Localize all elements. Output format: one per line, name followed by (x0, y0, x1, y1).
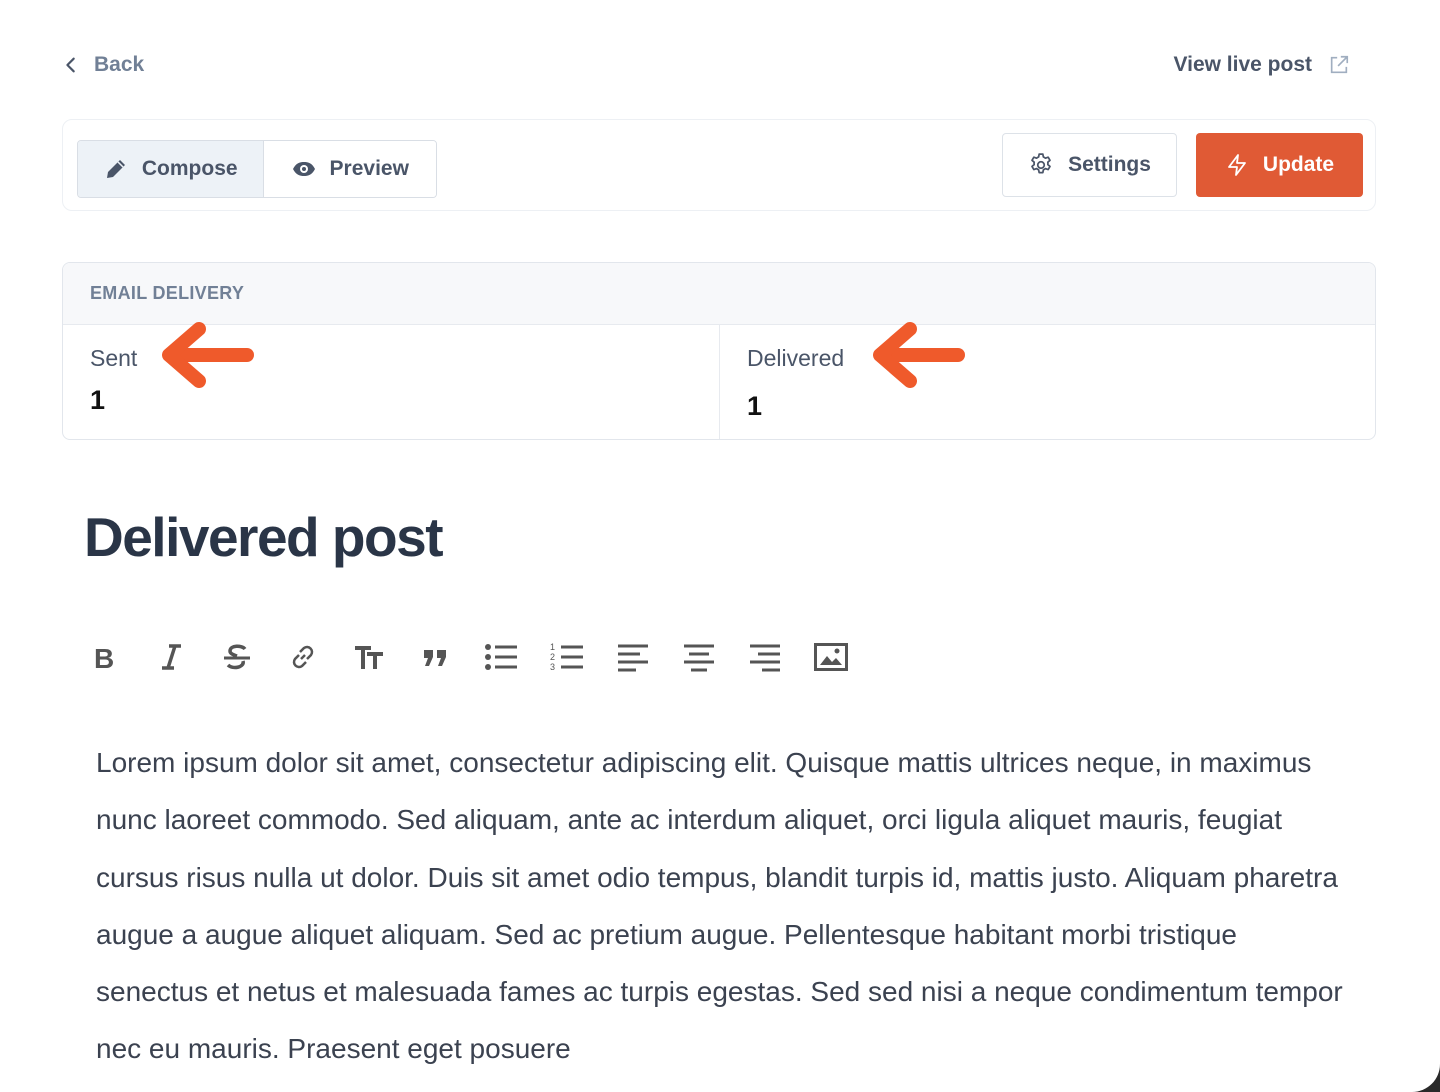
align-center-button[interactable] (682, 640, 716, 674)
align-left-button[interactable] (616, 640, 650, 674)
email-delivery-panel: EMAIL DELIVERY Sent 1 Delivered 1 (62, 262, 1376, 440)
text-size-button[interactable] (352, 640, 386, 674)
quote-button[interactable] (418, 640, 452, 674)
compose-label: Compose (141, 157, 238, 180)
arrow-left-icon (162, 322, 254, 388)
svg-text:2: 2 (550, 652, 555, 662)
italic-button[interactable] (154, 640, 188, 674)
arrow-left-icon (873, 322, 965, 388)
settings-label: Settings (1068, 153, 1151, 176)
lightning-icon (1228, 154, 1246, 176)
bold-button[interactable]: B (88, 640, 122, 674)
sent-label: Sent (90, 345, 138, 371)
gear-icon (1031, 153, 1051, 174)
align-center-icon (684, 644, 714, 672)
image-icon (814, 643, 848, 671)
svg-text:B: B (94, 643, 114, 674)
delivery-stats: Sent 1 Delivered 1 (63, 322, 1375, 439)
numbered-list-icon: 123 (550, 642, 583, 672)
svg-text:3: 3 (550, 662, 555, 672)
svg-text:1: 1 (550, 642, 555, 652)
sent-stat: Sent 1 (63, 322, 719, 439)
back-link[interactable]: Back (62, 50, 144, 80)
align-right-icon (750, 644, 780, 672)
bullet-list-icon (485, 644, 517, 670)
bullet-list-button[interactable] (484, 640, 518, 674)
bold-icon: B (94, 643, 114, 674)
chevron-left-icon (66, 57, 75, 73)
text-size-icon (355, 646, 383, 669)
settings-button[interactable]: Settings (1002, 133, 1177, 197)
view-live-post-link[interactable]: View live post (1174, 50, 1351, 80)
preview-label: Preview (329, 157, 409, 180)
italic-icon (162, 644, 181, 670)
quote-icon (424, 650, 446, 666)
align-left-icon (618, 644, 648, 672)
mode-switch: Compose Preview (77, 140, 437, 198)
align-right-button[interactable] (748, 640, 782, 674)
sent-value: 1 (90, 385, 106, 415)
post-title[interactable]: Delivered post (84, 505, 444, 569)
tab-compose[interactable]: Compose (78, 141, 265, 197)
format-toolbar: B 123 (88, 636, 880, 678)
update-button[interactable]: Update (1196, 133, 1363, 197)
post-body[interactable]: Lorem ipsum dolor sit amet, consectetur … (96, 734, 1346, 1078)
update-label: Update (1262, 153, 1335, 176)
editor-window: Back View live post Compose Preview Sett… (0, 0, 1440, 1092)
delivered-stat: Delivered 1 (719, 322, 1375, 439)
link-icon (292, 645, 314, 669)
editor-toolbar: Compose Preview Settings Update (62, 119, 1376, 211)
external-link-icon (1330, 55, 1349, 74)
strikethrough-icon (224, 644, 250, 670)
strikethrough-button[interactable] (220, 640, 254, 674)
delivered-label: Delivered (747, 345, 845, 371)
image-button[interactable] (814, 640, 848, 674)
eye-icon (292, 162, 315, 176)
back-label: Back (94, 53, 145, 76)
delivered-value: 1 (747, 391, 763, 421)
tab-preview[interactable]: Preview (264, 141, 436, 197)
email-delivery-heading: EMAIL DELIVERY (63, 263, 1375, 325)
pencil-icon (106, 160, 125, 178)
link-button[interactable] (286, 640, 320, 674)
numbered-list-button[interactable]: 123 (550, 640, 584, 674)
view-live-label: View live post (1173, 53, 1313, 76)
